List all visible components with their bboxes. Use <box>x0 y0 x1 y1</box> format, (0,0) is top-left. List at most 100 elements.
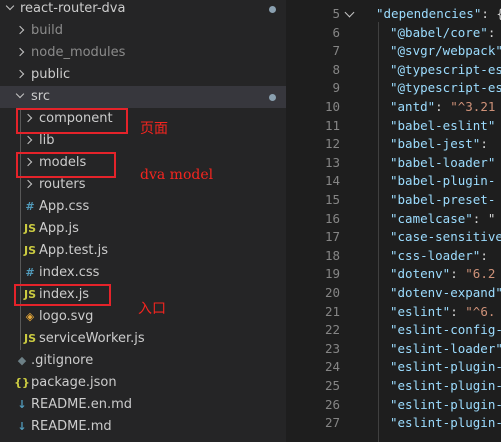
file-type-icon: JS <box>23 222 36 235</box>
line-number: 26 <box>324 396 340 412</box>
code-line: "eslint-plugin- <box>390 359 501 374</box>
folder-item[interactable]: build <box>0 20 286 42</box>
chevron-right-icon <box>22 134 34 148</box>
json-punct: : { <box>481 6 501 21</box>
json-key: "babel-loader" <box>390 154 496 170</box>
file-item[interactable]: JS serviceWorker.js <box>0 328 286 350</box>
line-number: 5 <box>332 6 340 21</box>
chevron-right-icon <box>14 68 26 82</box>
file-item[interactable]: ↓ README.md <box>0 416 286 438</box>
line-number: 27 <box>324 415 340 431</box>
explorer-root[interactable]: react-router-dva <box>0 0 286 20</box>
file-item[interactable]: # App.css <box>0 196 286 218</box>
folder-item[interactable]: src <box>0 86 286 108</box>
code-line: "eslint-plugin- <box>390 415 501 430</box>
code-line: "babel-jest": <box>390 136 495 151</box>
line-number: 17 <box>324 229 340 245</box>
file-type-icon: # <box>25 266 35 279</box>
file-item[interactable]: JS App.test.js <box>0 240 286 262</box>
annotation-component: 页面 <box>140 121 168 137</box>
code-line: "babel-plugin- <box>390 173 495 188</box>
json-key: "antd" <box>390 99 436 114</box>
highlight-component <box>16 108 128 134</box>
line-number: 24 <box>324 359 340 375</box>
item-label: .gitignore <box>31 353 94 368</box>
fold-chevron-icon[interactable] <box>344 7 355 18</box>
json-string: "6.2 <box>465 266 496 282</box>
code-editor[interactable]: 5 "dependencies": { 6 "@babel/core": 7 "@svgr… <box>294 0 501 442</box>
code-line: "eslint": "^6. <box>390 304 495 319</box>
json-punct: : <box>435 99 451 114</box>
line-number: 7 <box>332 43 340 59</box>
json-string: "^3.21 <box>450 99 496 114</box>
indent-guide <box>378 22 379 442</box>
line-number: 25 <box>324 378 340 393</box>
item-label: public <box>31 67 71 82</box>
line-number: 8 <box>332 61 340 77</box>
code-line: "case-sensitive <box>390 229 501 244</box>
item-label: build <box>31 23 63 38</box>
code-line: "css-loader": <box>390 248 495 263</box>
line-number: 16 <box>324 210 340 226</box>
json-punct: : " <box>472 210 496 226</box>
file-type-icon: # <box>25 200 35 213</box>
code-line: "babel-eslint" <box>390 118 495 133</box>
json-key: "eslint-plugin- <box>390 359 501 375</box>
file-item[interactable]: ◆ .gitignore <box>0 350 286 372</box>
line-number: 19 <box>324 266 340 282</box>
code-line: "@svgr/webpack" <box>390 43 501 58</box>
line-number: 11 <box>324 117 340 133</box>
code-line: "eslint-config- <box>390 322 501 337</box>
json-key: "dependencies" <box>376 6 482 21</box>
json-punct: : <box>480 247 496 263</box>
highlight-models <box>16 152 116 178</box>
item-label: README.md <box>31 419 112 434</box>
code-line: "eslint-loader" <box>390 341 501 356</box>
chevron-down-icon <box>14 90 26 104</box>
json-key: "babel-jest" <box>390 136 481 152</box>
folder-item[interactable]: public <box>0 64 286 86</box>
code-line: "antd": "^3.21 <box>390 99 495 114</box>
line-number: 13 <box>324 154 340 170</box>
json-punct: : <box>480 136 496 152</box>
json-key: "eslint-plugin- <box>390 415 501 431</box>
line-number: 9 <box>332 80 340 96</box>
pane-divider[interactable] <box>286 0 294 442</box>
code-line: "dotenv": "6.2 <box>390 266 495 281</box>
file-type-icon: ◆ <box>17 354 27 367</box>
item-label: App.css <box>39 199 90 214</box>
json-key: "camelcase" <box>390 210 473 226</box>
chevron-right-icon <box>22 178 34 192</box>
item-label: App.js <box>39 221 79 236</box>
json-key: "eslint-plugin- <box>390 378 501 393</box>
json-key: "dotenv" <box>390 266 451 282</box>
json-key: "babel-eslint" <box>390 117 496 133</box>
item-label: logo.svg <box>39 309 94 324</box>
code-line: "@babel/core": <box>390 25 495 40</box>
json-key: "babel-preset- <box>390 192 496 207</box>
tree-indent-guide <box>20 108 21 350</box>
line-number: 10 <box>324 99 340 114</box>
explorer-sidebar: react-router-dva build node_modulespublic s… <box>0 0 286 442</box>
file-type-icon: {} <box>14 376 30 389</box>
line-number: 6 <box>332 24 340 40</box>
code-line: "@typescript-es <box>390 80 501 95</box>
code-line: "@typescript-es <box>390 62 501 77</box>
file-type-icon: ◈ <box>25 310 35 323</box>
item-label: routers <box>39 177 86 192</box>
folder-item[interactable]: node_modules <box>0 42 286 64</box>
highlight-index-js <box>14 284 111 306</box>
code-line: "eslint-plugin- <box>390 397 501 412</box>
json-key: "css-loader" <box>390 247 481 263</box>
line-number: 14 <box>324 173 340 189</box>
file-item[interactable]: JS App.js <box>0 218 286 240</box>
line-number: 21 <box>324 303 340 319</box>
file-item[interactable]: # index.css <box>0 262 286 284</box>
file-item[interactable]: ↓ README.en.md <box>0 394 286 416</box>
file-item[interactable]: {} package.json <box>0 372 286 394</box>
line-number: 20 <box>324 285 340 300</box>
code-line: "babel-preset- <box>390 192 495 207</box>
json-key: "eslint" <box>390 303 451 319</box>
item-label: lib <box>39 133 55 148</box>
item-label: node_modules <box>31 45 126 60</box>
